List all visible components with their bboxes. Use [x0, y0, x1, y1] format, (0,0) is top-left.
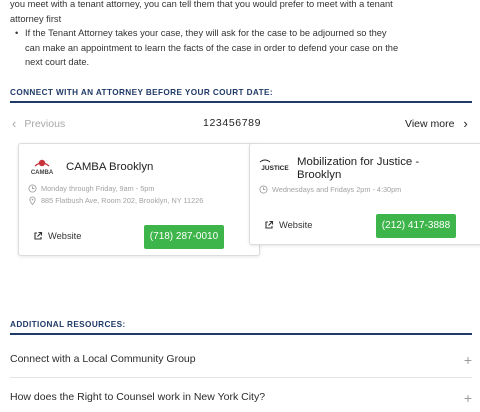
- card-name: Mobilization for Justice - Brooklyn: [297, 156, 419, 182]
- previous-button[interactable]: ‹ Previous: [12, 116, 66, 131]
- attorney-card-camba: CAMBA CAMBA Brooklyn Monday through Frid…: [18, 143, 260, 256]
- connect-section-title: CONNECT WITH AN ATTORNEY BEFORE YOUR COU…: [10, 88, 274, 97]
- view-more-button[interactable]: View more ›: [405, 116, 468, 131]
- mfj-logo-text: JUSTICE: [261, 165, 289, 172]
- card-name-line1: Mobilization for Justice -: [297, 156, 420, 168]
- website-label: Website: [48, 231, 82, 241]
- previous-label: Previous: [24, 118, 66, 130]
- phone-button[interactable]: (718) 287-0010: [144, 225, 224, 249]
- card-hours: Wednesdays and Fridays 2pm - 4:30pm: [259, 185, 401, 194]
- bullet-dot: •: [15, 28, 19, 38]
- card-hours: Monday through Friday, 9am - 5pm: [28, 184, 154, 193]
- intro-bullet-text: If the Tenant Attorney takes your case, …: [25, 28, 399, 67]
- mfj-logo: JUSTICE: [259, 158, 291, 172]
- phone-button[interactable]: (212) 417-3888: [376, 214, 456, 238]
- accordion-right-to-counsel[interactable]: How does the Right to Counsel work in Ne…: [10, 390, 472, 406]
- accordion-label: Connect with a Local Community Group: [10, 353, 196, 365]
- page-number[interactable]: 9: [255, 117, 261, 129]
- chevron-left-icon: ‹: [12, 116, 17, 131]
- chevron-right-icon: ›: [463, 116, 468, 131]
- website-link[interactable]: Website: [33, 231, 81, 241]
- plus-icon: +: [463, 390, 472, 406]
- accordion-label: How does the Right to Counsel work in Ne…: [10, 391, 266, 403]
- website-label: Website: [279, 220, 313, 230]
- card-name-line2: Brooklyn: [297, 169, 342, 181]
- connect-section-rule: [10, 101, 472, 103]
- card-name: CAMBA Brooklyn: [66, 161, 154, 173]
- view-more-label: View more: [405, 118, 455, 130]
- accordion-community-group[interactable]: Connect with a Local Community Group +: [10, 352, 472, 368]
- card-address-text: 885 Flatbush Ave, Room 202, Brooklyn, NY…: [41, 196, 204, 205]
- map-pin-icon: [29, 196, 36, 205]
- card-hours-text: Wednesdays and Fridays 2pm - 4:30pm: [272, 185, 402, 194]
- page-numbers: 123456789: [203, 117, 261, 129]
- plus-icon: +: [463, 352, 472, 368]
- card-pager: ‹ Previous 123456789 View more ›: [0, 116, 480, 134]
- resources-section-title: ADDITIONAL RESOURCES:: [10, 320, 126, 329]
- intro-paragraph: you meet with a tenant attorney, you can…: [10, 0, 393, 24]
- attorney-card-mfj: JUSTICE Mobilization for Justice - Brook…: [249, 143, 480, 245]
- camba-logo: CAMBA: [29, 157, 55, 179]
- camba-logo-text: CAMBA: [31, 170, 54, 176]
- clock-icon: [259, 185, 268, 194]
- external-link-icon: [265, 220, 274, 229]
- accordion-divider: [10, 377, 472, 378]
- card-address: 885 Flatbush Ave, Room 202, Brooklyn, NY…: [28, 196, 203, 205]
- intro-bullet: • If the Tenant Attorney takes your case…: [10, 26, 400, 70]
- website-link[interactable]: Website: [264, 220, 312, 230]
- resources-section-rule: [10, 333, 472, 335]
- card-hours-text: Monday through Friday, 9am - 5pm: [41, 184, 155, 193]
- external-link-icon: [34, 231, 43, 240]
- clock-icon: [28, 184, 37, 193]
